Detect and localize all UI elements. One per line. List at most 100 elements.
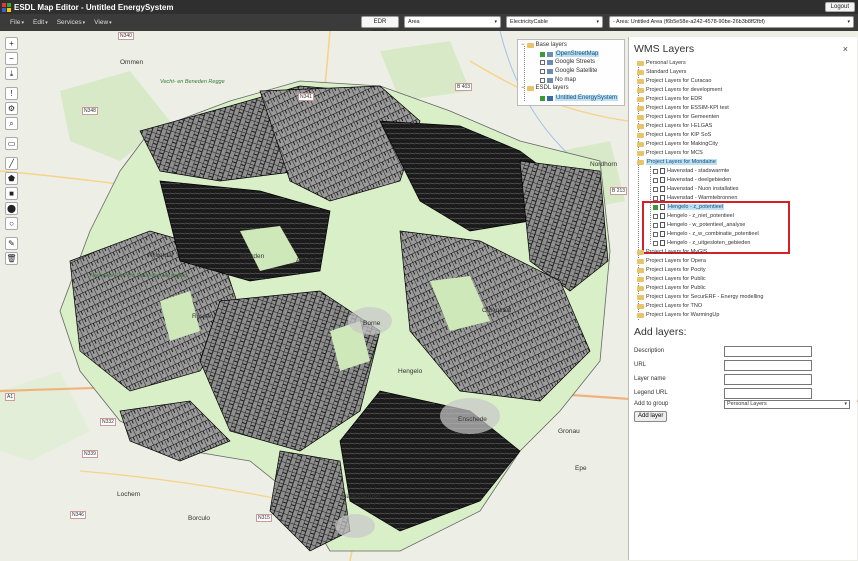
folder-icon: [637, 141, 644, 147]
area-id-select[interactable]: - Area: Untitled Area (f6b5e58e-a242-457…: [609, 16, 854, 28]
legend-url-input[interactable]: [724, 388, 812, 399]
wms-layer-item[interactable]: Hengelo - z_w_combinatie_potentieel: [653, 231, 759, 237]
collapse-icon[interactable]: −: [521, 85, 525, 91]
wms-group-item[interactable]: Project Layers for MCS: [637, 150, 703, 156]
comment-icon[interactable]: ▭: [5, 137, 18, 150]
wms-layer-label: Hengelo - z_potentieel: [667, 204, 725, 210]
wms-group-item[interactable]: Project Layers for I-ELGAS: [637, 123, 712, 129]
checkbox-icon[interactable]: [653, 222, 658, 228]
wms-layer-item[interactable]: Hengelo - z_niet_potentieel: [653, 213, 734, 219]
wms-layer-item[interactable]: Havenstad - deelgebieden: [653, 177, 731, 183]
wms-group-item[interactable]: Project Layers for SecurERF - Energy mod…: [637, 294, 763, 300]
place-label: Hengelo: [398, 368, 423, 375]
download-icon[interactable]: ⤓: [5, 67, 18, 80]
checkbox-checked-icon[interactable]: [653, 204, 658, 210]
url-input[interactable]: [724, 360, 812, 371]
file-icon: [660, 177, 665, 183]
wms-group-item[interactable]: Project Layers for Mondaine: [637, 159, 717, 165]
base-layer-item[interactable]: Google Streets: [540, 59, 595, 65]
layer-name-input[interactable]: [724, 374, 812, 385]
base-layers-group[interactable]: − Base layers: [521, 42, 567, 48]
checkbox-icon[interactable]: [653, 240, 658, 246]
checkbox-icon[interactable]: [540, 59, 545, 65]
folder-icon: [637, 294, 644, 300]
wms-group-item[interactable]: Project Layers for MakingCity: [637, 141, 718, 147]
esdl-layers-group[interactable]: − ESDL layers: [521, 85, 569, 91]
folder-icon: [526, 85, 534, 91]
wms-group-label: Project Layers for Gemeenten: [646, 114, 720, 120]
wms-group-item[interactable]: Project Layers for Public: [637, 285, 706, 291]
wms-group-item[interactable]: Project Layers for Opera: [637, 258, 706, 264]
wms-layer-item[interactable]: Havenstad - Nuon installaties: [653, 186, 739, 192]
zoom-out-icon[interactable]: −: [5, 52, 18, 65]
add-to-group-select[interactable]: Personal Layers ▾: [724, 400, 850, 409]
wms-layer-item[interactable]: Havenstad - stadswarmte: [653, 168, 729, 174]
wms-group-item[interactable]: Project Layers for Curacao: [637, 78, 711, 84]
checkbox-icon[interactable]: [653, 231, 658, 237]
area-select[interactable]: Area ▾: [404, 16, 501, 28]
chevron-down-icon: ▾: [82, 20, 86, 26]
checkbox-icon[interactable]: [653, 177, 658, 183]
wms-group-item[interactable]: Project Layers for Gemeenten: [637, 114, 719, 120]
layer-icon: [547, 59, 553, 65]
menu-file[interactable]: File▾: [10, 19, 24, 26]
settings-icon[interactable]: ⚙: [5, 102, 18, 115]
polygon-icon[interactable]: ⬟: [5, 172, 18, 185]
base-layer-item[interactable]: No map: [540, 77, 576, 83]
wms-group-item[interactable]: Project Layers for TNO: [637, 303, 702, 309]
wms-group-item[interactable]: Project Layers for ESSIM-KPI test: [637, 105, 729, 111]
file-icon: [660, 204, 665, 210]
menu-view[interactable]: View▾: [94, 19, 112, 26]
checkbox-icon[interactable]: [540, 77, 545, 83]
wms-group-item[interactable]: Standard Layers: [637, 69, 686, 75]
wms-group-item[interactable]: Project Layers for Public: [637, 276, 706, 282]
wms-group-item[interactable]: Project Layers for MyGIS: [637, 249, 707, 255]
edit-icon[interactable]: ✎: [5, 237, 18, 250]
wms-group-item[interactable]: Project Layers for WarmingUp: [637, 312, 719, 318]
wms-layer-label: Havenstad - deelgebieden: [667, 177, 732, 183]
trash-icon[interactable]: 🗑: [5, 252, 18, 265]
add-layer-button[interactable]: Add layer: [634, 411, 668, 422]
marker-icon[interactable]: ⬤: [5, 202, 18, 215]
menu-services[interactable]: Services▾: [57, 19, 85, 26]
checkbox-icon[interactable]: [540, 68, 545, 74]
wms-group-item[interactable]: Project Layers for KIP SoS: [637, 132, 711, 138]
asset-type-select[interactable]: ElectricityCable ▾: [506, 16, 603, 28]
layer-icon: [547, 68, 553, 74]
wms-group-label: Project Layers for I-ELGAS: [646, 123, 713, 129]
wms-layer-item[interactable]: Havenstad - Warmtebronnen: [653, 195, 737, 201]
edr-assets-button[interactable]: EDR assets: [361, 16, 399, 35]
esdl-layer-item[interactable]: Untitled EnergySystem: [540, 95, 619, 101]
layer-name-label: Layer name: [634, 376, 666, 382]
checkbox-icon[interactable]: [653, 195, 658, 201]
wms-layer-item[interactable]: Hengelo - z_potentieel: [653, 204, 725, 210]
base-layers-label: Base layers: [535, 42, 567, 48]
rectangle-icon[interactable]: ■: [5, 187, 18, 200]
checkbox-icon[interactable]: [653, 168, 658, 174]
checkbox-checked-icon[interactable]: [540, 95, 545, 101]
circle-icon[interactable]: ○: [5, 217, 18, 230]
checkbox-checked-icon[interactable]: [540, 51, 545, 57]
menu-edit[interactable]: Edit▾: [33, 19, 48, 26]
wms-group-item[interactable]: Project Layers for development: [637, 87, 722, 93]
info-icon[interactable]: !: [5, 87, 18, 100]
wms-group-item[interactable]: Project Layers for EDR: [637, 96, 702, 102]
wms-layer-item[interactable]: Hengelo - z_uitgesloten_gebieden: [653, 240, 750, 246]
road-label: N339: [82, 450, 98, 458]
polyline-icon[interactable]: ╱: [5, 157, 18, 170]
road-label: A1: [5, 393, 16, 401]
wms-layer-item[interactable]: Hengelo - w_potentieel_analyse: [653, 222, 745, 228]
description-input[interactable]: [724, 346, 812, 357]
search-icon[interactable]: ⌕: [5, 117, 18, 130]
wms-group-item[interactable]: Project Layers for Pocity: [637, 267, 706, 273]
collapse-icon[interactable]: −: [521, 42, 525, 48]
base-layer-item[interactable]: OpenStreetMap: [540, 51, 600, 57]
wms-group-item[interactable]: Personal Layers: [637, 60, 686, 66]
checkbox-icon[interactable]: [653, 186, 658, 192]
base-layer-item[interactable]: Google Satellite: [540, 68, 597, 74]
logout-button[interactable]: Logout: [824, 2, 855, 12]
close-icon[interactable]: ×: [843, 44, 848, 54]
zoom-in-icon[interactable]: +: [5, 37, 18, 50]
checkbox-icon[interactable]: [653, 213, 658, 219]
base-layer-label: Google Satellite: [555, 68, 598, 74]
